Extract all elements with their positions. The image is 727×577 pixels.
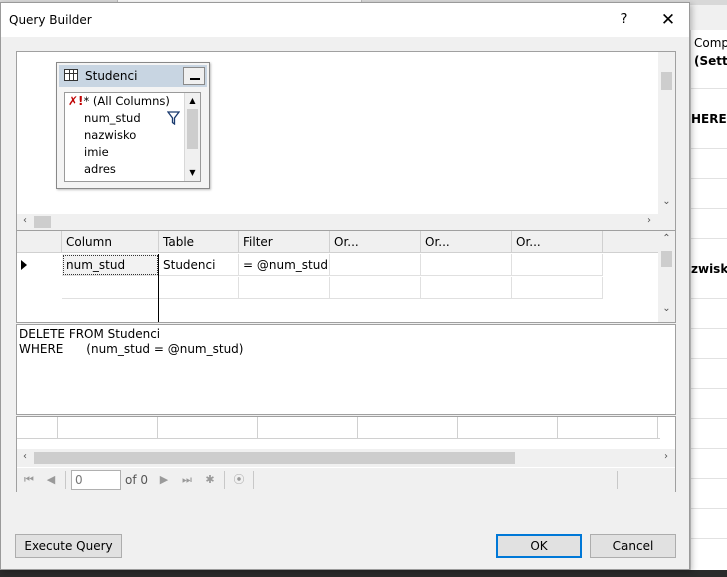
results-pane[interactable]: ‹ › ⏮ ◀ of 0 ▶ ⏭ ✱ ⦿ — [16, 416, 676, 492]
column-item-label: * (All Columns) — [83, 94, 170, 108]
grid-cell-empty[interactable] — [159, 277, 239, 299]
scroll-right-arrow-icon[interactable]: › — [660, 451, 672, 462]
results-header-cell — [258, 417, 358, 439]
remove-all-icon: ✗! — [68, 94, 84, 108]
scrollbar-thumb[interactable] — [34, 452, 515, 464]
table-box-studenci[interactable]: Studenci ✗!* (All Columns) num_stud nazw… — [56, 62, 210, 189]
column-item-all[interactable]: ✗!* (All Columns) — [68, 94, 170, 108]
scroll-left-arrow-icon[interactable]: ‹ — [19, 451, 31, 462]
grid-header-or-2[interactable]: Or... — [421, 231, 512, 253]
column-list-scrollbar[interactable]: ▲ ▼ — [184, 93, 200, 181]
diagram-vertical-scrollbar[interactable]: ⌄ — [658, 52, 675, 214]
scroll-down-arrow-icon[interactable]: ⌄ — [658, 196, 675, 207]
table-box-title: Studenci — [85, 69, 138, 83]
grid-cell-empty[interactable] — [330, 277, 421, 299]
dialog-title: Query Builder — [9, 13, 92, 27]
scrollbar-thumb[interactable] — [661, 251, 672, 267]
grid-cell-empty[interactable] — [512, 277, 603, 299]
scrollbar-thumb[interactable] — [661, 72, 672, 90]
grid-cell-filter[interactable]: = @num_stud — [239, 254, 330, 276]
scroll-up-arrow-icon[interactable]: ⌃ — [658, 233, 675, 244]
column-item-num-stud[interactable]: num_stud — [84, 111, 141, 125]
query-builder-dialog: Query Builder ? ✕ Studenci ✗!* (All Colu… — [0, 2, 690, 570]
background-document: Comp (Setti HERE zwisko, — [690, 30, 727, 577]
scroll-down-arrow-icon[interactable]: ▼ — [185, 165, 200, 181]
ok-button[interactable]: OK — [496, 534, 582, 558]
cancel-button[interactable]: Cancel — [590, 534, 676, 558]
results-header-cell — [158, 417, 258, 439]
grid-cell-empty[interactable] — [239, 277, 330, 299]
results-header-cell — [17, 417, 58, 439]
previous-record-icon[interactable]: ◀ — [43, 472, 59, 488]
current-row-arrow-icon — [21, 260, 27, 270]
table-icon — [64, 69, 78, 81]
column-item-imie[interactable]: imie — [84, 145, 109, 159]
diagram-horizontal-scrollbar[interactable]: ‹ › — [17, 214, 675, 230]
title-bar[interactable]: Query Builder ? ✕ — [1, 3, 689, 37]
scroll-left-arrow-icon[interactable]: ‹ — [19, 215, 31, 226]
execute-query-button[interactable]: Execute Query — [15, 534, 122, 558]
grid-cell-empty[interactable] — [421, 277, 512, 299]
filter-icon — [167, 111, 180, 125]
scrollbar-thumb[interactable] — [187, 109, 198, 149]
grid-header-table[interactable]: Table — [159, 231, 239, 253]
background-taskbar — [0, 570, 727, 577]
table-box-header[interactable]: Studenci — [59, 65, 207, 87]
record-count-label: of 0 — [125, 473, 149, 487]
column-divider — [158, 254, 159, 322]
scroll-down-arrow-icon[interactable]: ⌄ — [658, 303, 675, 314]
grid-header-filter[interactable]: Filter — [239, 231, 330, 253]
criteria-grid[interactable]: Column Table Filter Or... Or... Or... nu… — [16, 231, 676, 323]
sql-text-pane[interactable]: DELETE FROM Studenci WHERE (num_stud = @… — [16, 324, 676, 415]
record-navigator: ⏮ ◀ of 0 ▶ ⏭ ✱ ⦿ — [17, 468, 675, 492]
grid-cell-or-2[interactable] — [421, 254, 512, 276]
scrollbar-thumb[interactable] — [34, 216, 51, 228]
close-button[interactable]: ✕ — [653, 7, 683, 33]
background-text: zwisko, — [691, 262, 727, 276]
background-text: Comp — [694, 36, 727, 50]
background-text: HERE — [691, 112, 727, 126]
stop-icon[interactable]: ⦿ — [231, 472, 247, 488]
sql-line: DELETE FROM Studenci — [19, 327, 161, 341]
background-text: (Setti — [694, 54, 727, 68]
grid-corner-cell — [17, 231, 62, 253]
scroll-up-arrow-icon[interactable]: ▲ — [185, 93, 200, 109]
row-selector[interactable] — [17, 254, 61, 276]
column-list[interactable]: ✗!* (All Columns) num_stud nazwisko imie… — [64, 92, 201, 182]
grid-header-or-1[interactable]: Or... — [330, 231, 421, 253]
grid-cell-table[interactable]: Studenci — [159, 254, 239, 276]
grid-header-column[interactable]: Column — [62, 231, 159, 253]
results-header-cell — [58, 417, 158, 439]
results-header-cell — [458, 417, 558, 439]
grid-cell-or-1[interactable] — [330, 254, 421, 276]
record-number-input[interactable] — [71, 470, 121, 490]
column-item-nazwisko[interactable]: nazwisko — [84, 128, 136, 142]
results-horizontal-scrollbar[interactable]: ‹ › — [17, 449, 675, 467]
results-header-row — [17, 417, 660, 439]
help-button[interactable]: ? — [611, 7, 637, 33]
grid-header-or-3[interactable]: Or... — [512, 231, 603, 253]
grid-vertical-scrollbar[interactable]: ⌃ ⌄ — [658, 231, 675, 322]
column-item-adres[interactable]: adres — [84, 162, 116, 176]
minimize-button[interactable] — [183, 67, 205, 85]
results-header-cell — [558, 417, 658, 439]
first-record-icon[interactable]: ⏮ — [21, 472, 37, 488]
diagram-pane[interactable]: Studenci ✗!* (All Columns) num_stud nazw… — [16, 51, 676, 231]
minimize-icon — [190, 78, 200, 80]
grid-header-row: Column Table Filter Or... Or... Or... — [17, 231, 660, 253]
sql-line: WHERE (num_stud = @num_stud) — [19, 342, 244, 356]
results-header-cell — [358, 417, 458, 439]
grid-cell-column[interactable]: num_stud — [62, 254, 159, 276]
next-record-icon[interactable]: ▶ — [156, 472, 172, 488]
new-record-icon[interactable]: ✱ — [202, 472, 218, 488]
scroll-right-arrow-icon[interactable]: › — [643, 215, 655, 226]
last-record-icon[interactable]: ⏭ — [179, 472, 195, 488]
grid-cell-empty[interactable] — [62, 277, 159, 299]
grid-cell-or-3[interactable] — [512, 254, 603, 276]
